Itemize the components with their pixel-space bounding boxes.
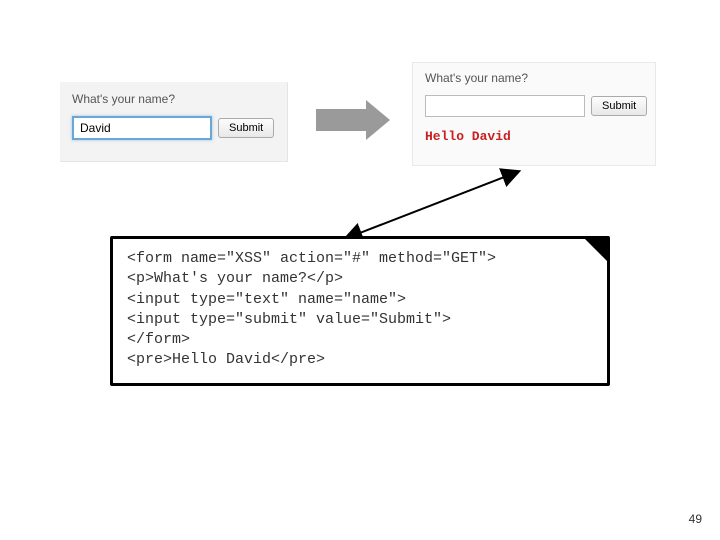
name-input-after[interactable] <box>425 95 585 117</box>
code-line: <input type="submit" value="Submit"> <box>127 311 451 328</box>
form-after-label: What's your name? <box>425 71 643 85</box>
form-before-row: Submit <box>72 116 275 140</box>
form-after: What's your name? Submit Hello David <box>412 62 656 166</box>
arrow-right-icon <box>316 100 390 140</box>
code-line: <input type="text" name="name"> <box>127 291 406 308</box>
hello-output: Hello David <box>425 129 643 144</box>
code-line: <pre>Hello David</pre> <box>127 351 325 368</box>
code-line: </form> <box>127 331 190 348</box>
form-after-row: Submit <box>425 95 643 117</box>
code-line: <form name="XSS" action="#" method="GET"… <box>127 250 496 267</box>
form-before: What's your name? Submit <box>60 82 288 162</box>
submit-button-after[interactable]: Submit <box>591 96 647 116</box>
submit-button-before[interactable]: Submit <box>218 118 274 138</box>
page-number: 49 <box>689 512 702 526</box>
code-line: <p>What's your name?</p> <box>127 270 343 287</box>
slide: What's your name? Submit What's your nam… <box>0 0 720 540</box>
name-input-before[interactable] <box>72 116 212 140</box>
code-box: <form name="XSS" action="#" method="GET"… <box>110 236 610 386</box>
double-arrow-icon <box>342 166 522 246</box>
code-content: <form name="XSS" action="#" method="GET"… <box>127 249 593 371</box>
form-before-label: What's your name? <box>72 92 275 106</box>
